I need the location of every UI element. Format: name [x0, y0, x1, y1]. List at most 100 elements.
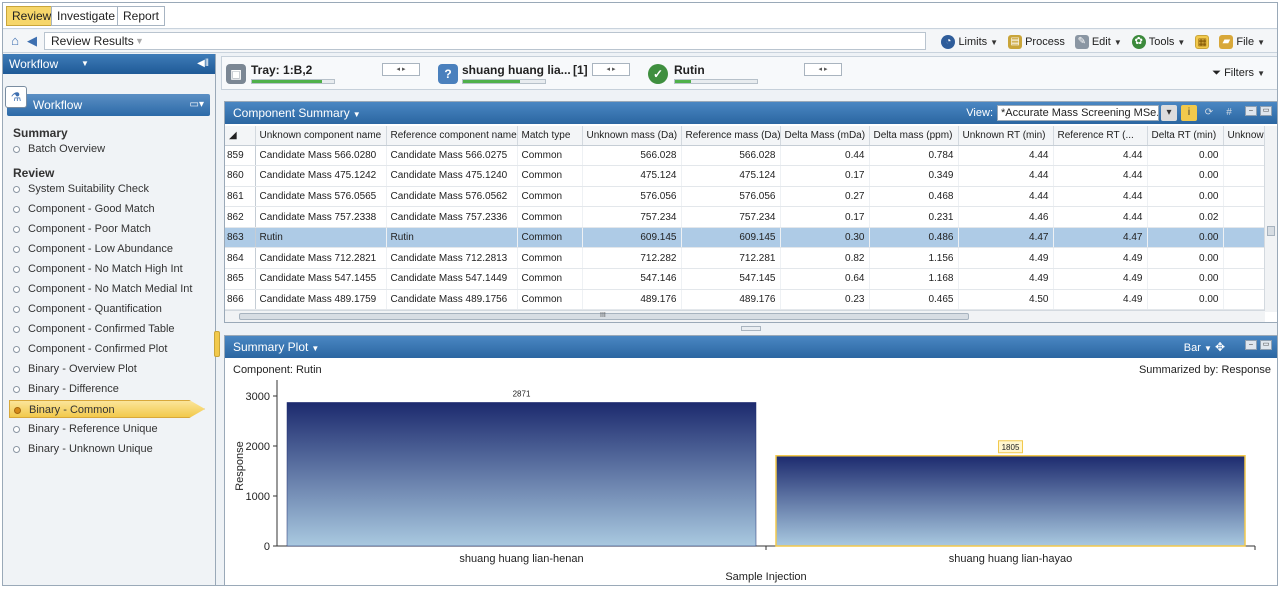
splitter-handle[interactable]: [214, 331, 220, 357]
chevron-down-icon[interactable]: ▼: [353, 110, 361, 119]
tray-pager[interactable]: ◂ ▸: [382, 63, 420, 76]
column-header[interactable]: Delta mass (ppm): [869, 126, 959, 146]
horizontal-scrollbar[interactable]: III: [225, 310, 1265, 322]
process-button[interactable]: ▤ Process: [1008, 35, 1065, 49]
filters-button[interactable]: ⏷ Filters ▼: [1212, 67, 1265, 80]
vertical-scrollbar[interactable]: [1264, 126, 1277, 312]
sidebar-item[interactable]: Component - No Match Medial Int: [13, 280, 192, 298]
table-row[interactable]: 860 Candidate Mass 475.1242 Candidate Mass…: [225, 165, 1266, 187]
table-row[interactable]: 864 Candidate Mass 712.2821 Candidate Mass…: [225, 247, 1266, 270]
row-number[interactable]: 864: [225, 247, 256, 270]
refresh-icon[interactable]: ⟳: [1201, 105, 1217, 121]
component-summary-title[interactable]: Component Summary: [233, 106, 350, 120]
view-select[interactable]: *Accurate Mass Screening MSe...: [997, 105, 1159, 121]
chart-type-select[interactable]: Bar ▼ ✥: [1184, 336, 1225, 360]
sidebar-item[interactable]: Component - No Match High Int: [13, 260, 183, 278]
ribbon-tabs: Review Investigate Report: [3, 3, 1277, 29]
panel-options-icon[interactable]: ▭▾: [190, 94, 204, 116]
table-cell: Candidate Mass 475.1240: [386, 165, 518, 187]
collapse-sidebar-icon[interactable]: ◀‖: [197, 54, 209, 74]
row-number[interactable]: 865: [225, 268, 256, 290]
column-header[interactable]: Unknown component name: [255, 126, 387, 146]
sidebar-item-label: Component - No Match Medial Int: [28, 283, 193, 295]
scroll-thumb[interactable]: III: [239, 312, 969, 320]
row-number[interactable]: 861: [225, 186, 256, 208]
sidebar-item[interactable]: Component - Confirmed Table: [13, 320, 175, 338]
column-header[interactable]: Delta RT (min): [1147, 126, 1224, 146]
info-icon[interactable]: i: [1181, 105, 1197, 121]
table-row[interactable]: 866 Candidate Mass 489.1759 Candidate Mass…: [225, 289, 1266, 311]
sidebar-item[interactable]: System Suitability Check: [13, 180, 149, 198]
breadcrumb[interactable]: Review Results ▼: [44, 32, 926, 50]
tab-investigate[interactable]: Investigate: [51, 6, 122, 26]
sidebar-item[interactable]: Component - Good Match: [13, 200, 155, 218]
sidebar-item[interactable]: Component - Confirmed Plot: [13, 340, 167, 358]
chevron-down-icon[interactable]: ▼: [135, 33, 144, 49]
table-row[interactable]: 865 Candidate Mass 547.1455 Candidate Mass…: [225, 268, 1266, 290]
tab-report[interactable]: Report: [117, 6, 166, 26]
sample-pager[interactable]: ◂ ▸: [592, 63, 630, 76]
chevron-down-icon: ▼: [990, 37, 999, 47]
column-header[interactable]: Match type: [517, 126, 583, 146]
table-row[interactable]: 859 Candidate Mass 566.0280 Candidate Mass…: [225, 145, 1266, 167]
tab-review[interactable]: Review: [6, 6, 58, 26]
sidebar-item[interactable]: Binary - Overview Plot: [13, 360, 137, 378]
sidebar-item[interactable]: Component - Quantification: [13, 300, 162, 318]
table-cell: 4.49: [958, 247, 1054, 270]
sidebar-item[interactable]: Binary - Common: [9, 400, 205, 418]
edit-button[interactable]: ✎ Edit ▼: [1074, 35, 1122, 49]
layout-button[interactable]: ▦: [1195, 35, 1210, 49]
hash-icon[interactable]: #: [1221, 105, 1237, 121]
workflow-header[interactable]: Workflow ▼ ◀‖: [3, 54, 215, 74]
sidebar-item-batch-overview[interactable]: Batch Overview: [13, 140, 105, 158]
table-cell: Common: [517, 145, 583, 167]
column-header[interactable]: Reference mass (Da): [681, 126, 781, 146]
table-row[interactable]: 861 Candidate Mass 576.0565 Candidate Mass…: [225, 186, 1266, 208]
minimize-icon[interactable]: –: [1245, 106, 1257, 116]
table-row[interactable]: 863 Rutin Rutin Common 609.145 609.145 0.30 0.4…: [225, 227, 1266, 249]
table-row[interactable]: 862 Candidate Mass 757.2338 Candidate Mass…: [225, 206, 1266, 228]
sidebar-item[interactable]: Binary - Difference: [13, 380, 119, 398]
row-number[interactable]: 860: [225, 165, 256, 187]
move-icon[interactable]: ✥: [1215, 340, 1225, 354]
sidebar-item-label: Binary - Common: [29, 404, 115, 416]
column-header[interactable]: Delta Mass (mDa): [780, 126, 870, 146]
sidebar-item[interactable]: Binary - Reference Unique: [13, 420, 158, 438]
sidebar-item[interactable]: Component - Poor Match: [13, 220, 151, 238]
row-number[interactable]: 859: [225, 145, 256, 167]
column-header[interactable]: Reference RT (...: [1053, 126, 1148, 146]
chevron-down-icon[interactable]: ▼: [81, 54, 89, 74]
row-number[interactable]: 863: [225, 227, 256, 249]
column-header[interactable]: Unknown RT (min): [958, 126, 1054, 146]
table-cell: Candidate Mass 712.2821: [255, 247, 387, 270]
gear-icon: ✿: [1131, 35, 1146, 49]
row-number[interactable]: 866: [225, 289, 256, 311]
corner-cell[interactable]: ◢: [225, 126, 256, 146]
component-pager[interactable]: ◂ ▸: [804, 63, 842, 76]
sidebar-item[interactable]: Component - Low Abundance: [13, 240, 173, 258]
restore-icon[interactable]: ▭: [1260, 340, 1272, 350]
home-icon[interactable]: ⌂: [7, 33, 23, 49]
tools-button[interactable]: ✿ Tools ▼: [1131, 35, 1185, 49]
file-label: File: [1236, 36, 1255, 48]
minimize-icon[interactable]: –: [1245, 340, 1257, 350]
summary-plot-title[interactable]: Summary Plot: [233, 340, 308, 354]
back-arrow-icon[interactable]: ◀: [24, 33, 40, 49]
table-cell: Candidate Mass 576.0565: [255, 186, 387, 208]
column-header[interactable]: Unknow: [1223, 126, 1266, 146]
scroll-thumb[interactable]: [1267, 226, 1275, 236]
table-cell: 4.44: [1053, 186, 1148, 208]
radio-icon: [13, 425, 20, 433]
chevron-down-icon[interactable]: ▼: [311, 344, 319, 353]
limits-button[interactable]: ◔ Limits ▼: [941, 35, 998, 49]
chevron-down-icon[interactable]: ▾: [1161, 105, 1177, 121]
restore-icon[interactable]: ▭: [1260, 106, 1272, 116]
file-button[interactable]: ▰ File ▼: [1219, 35, 1265, 49]
row-number[interactable]: 862: [225, 206, 256, 228]
column-header[interactable]: Reference component name: [386, 126, 518, 146]
y-tick-label: 2000: [246, 441, 270, 453]
check-icon: ✓: [648, 64, 668, 84]
pane-resize-grip[interactable]: [741, 326, 761, 331]
column-header[interactable]: Unknown mass (Da): [582, 126, 682, 146]
sidebar-item[interactable]: Binary - Unknown Unique: [13, 440, 153, 458]
